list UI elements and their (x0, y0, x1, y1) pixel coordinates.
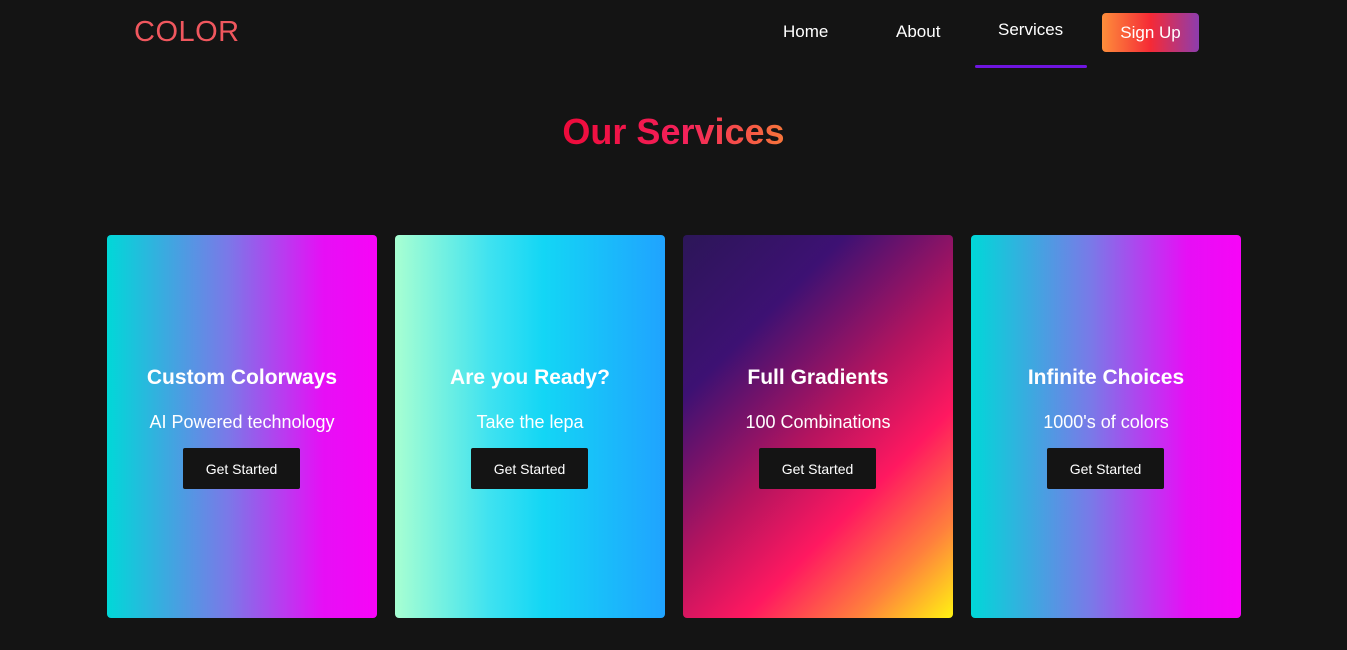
service-card: Infinite Choices 1000's of colors Get St… (971, 235, 1241, 618)
page-title-text: Our Services (562, 111, 785, 152)
get-started-button[interactable]: Get Started (1047, 448, 1164, 489)
logo[interactable]: COLOR (134, 16, 240, 49)
service-card: Full Gradients 100 Combinations Get Star… (683, 235, 953, 618)
card-subtitle: 1000's of colors (1043, 412, 1169, 432)
card-subtitle: Take the lepa (476, 412, 584, 432)
service-card: Custom Colorways AI Powered technology G… (107, 235, 377, 618)
card-subtitle: AI Powered technology (149, 412, 335, 432)
nav-link-home[interactable]: Home (783, 22, 828, 42)
active-nav-indicator (975, 65, 1087, 68)
card-subtitle: 100 Combinations (745, 412, 891, 432)
card-title: Custom Colorways (146, 366, 338, 389)
card-title: Infinite Choices (1027, 366, 1185, 389)
sign-up-button[interactable]: Sign Up (1102, 13, 1199, 52)
service-card: Are you Ready? Take the lepa Get Started (395, 235, 665, 618)
nav-link-about[interactable]: About (896, 22, 940, 42)
nav-link-services[interactable]: Services (998, 20, 1063, 40)
card-title: Full Gradients (747, 366, 889, 389)
navbar: COLOR Home About Services Sign Up (0, 0, 1347, 70)
get-started-button[interactable]: Get Started (471, 448, 588, 489)
page-title: Our Services (0, 111, 1347, 153)
card-title: Are you Ready? (450, 366, 610, 389)
get-started-button[interactable]: Get Started (183, 448, 300, 489)
get-started-button[interactable]: Get Started (759, 448, 876, 489)
